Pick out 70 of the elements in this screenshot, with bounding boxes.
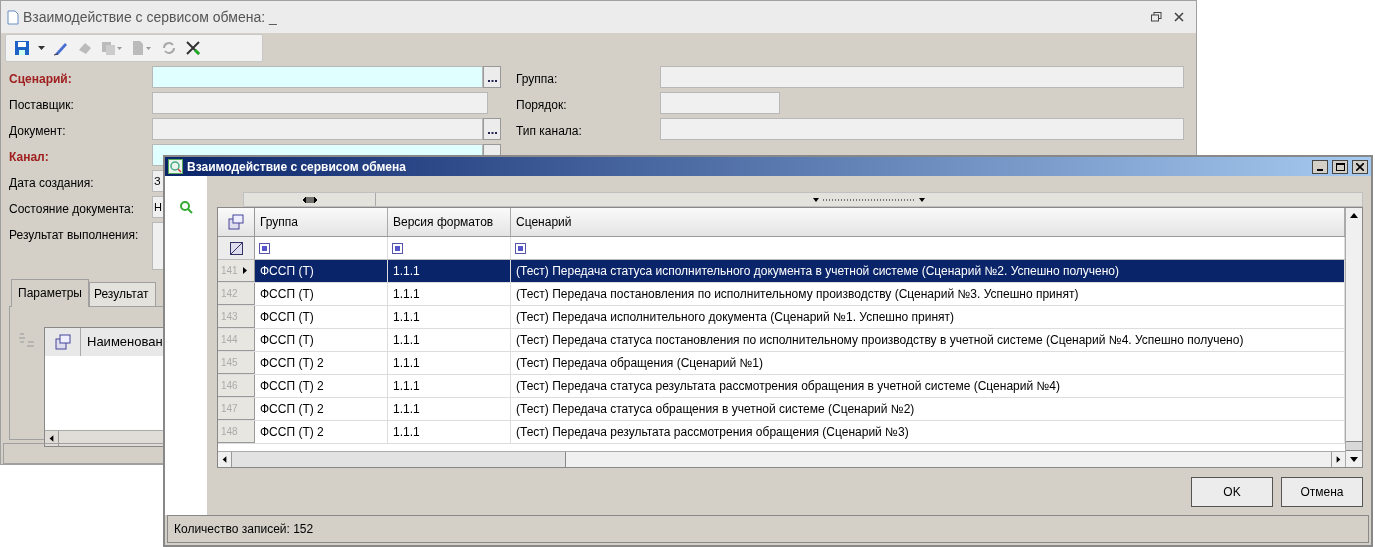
field-label: Дата создания:: [8, 174, 95, 192]
input-field[interactable]: [152, 117, 483, 140]
table-cell[interactable]: 1.1.1: [388, 329, 511, 351]
field-label: Результат выполнения:: [8, 226, 140, 244]
browse-button[interactable]: [483, 117, 501, 140]
document-icon: [7, 9, 19, 25]
dialog-button[interactable]: Отмена: [1281, 477, 1363, 507]
input-field[interactable]: З: [152, 169, 164, 192]
scrollbar-thumb[interactable]: [1346, 441, 1362, 451]
table-cell[interactable]: ФССП (Т): [255, 260, 388, 282]
input-field[interactable]: [660, 65, 1184, 88]
close-icon: [1356, 162, 1364, 171]
resize-icon: [302, 196, 317, 203]
table-cell[interactable]: 1.1.1: [388, 352, 511, 374]
caret-icon[interactable]: [38, 45, 45, 50]
save-icon[interactable]: [14, 39, 30, 56]
field-label: Состояние документа:: [8, 200, 136, 218]
dialog-button[interactable]: OK: [1191, 477, 1273, 507]
field-label: Группа:: [515, 70, 559, 88]
field-label: Сценарий:: [8, 70, 73, 88]
table-cell[interactable]: 1.1.1: [388, 398, 511, 420]
tools-icon[interactable]: [185, 39, 201, 56]
filter-icon[interactable]: [515, 242, 526, 254]
filter-icon[interactable]: [259, 242, 270, 254]
ellipsis-icon: [487, 131, 497, 134]
filter-clear-icon[interactable]: [229, 241, 243, 255]
current-row-icon: [242, 267, 247, 274]
table-cell[interactable]: ФССП (Т): [255, 329, 388, 351]
maximize-button[interactable]: [1332, 159, 1348, 174]
input-field[interactable]: [660, 91, 780, 114]
browse-button[interactable]: [483, 65, 501, 88]
text-area[interactable]: [152, 221, 164, 270]
table-cell[interactable]: 1.1.1: [388, 306, 511, 328]
search-icon[interactable]: [179, 200, 193, 214]
field-label: Канал:: [8, 148, 50, 166]
table-cell[interactable]: ФССП (Т): [255, 283, 388, 305]
status-bar: Количество записей: 152: [167, 515, 1369, 543]
filter-icon[interactable]: [392, 242, 403, 254]
window-title: Взаимодействие с сервисом обмена: _: [23, 7, 277, 27]
table-cell[interactable]: 1.1.1: [388, 260, 511, 282]
field-label: Документ:: [8, 122, 67, 140]
column-chooser-icon[interactable]: [228, 214, 244, 230]
field-label: Порядок:: [515, 96, 568, 114]
table-cell[interactable]: ФССП (Т) 2: [255, 398, 388, 420]
window-title: Взаимодействие с сервисом обмена: [187, 158, 406, 176]
search-icon: [168, 159, 183, 174]
tab[interactable]: Результат: [88, 281, 156, 306]
column-chooser-icon[interactable]: [54, 333, 71, 350]
table-cell[interactable]: ФССП (Т) 2: [255, 352, 388, 374]
close-icon[interactable]: [1174, 12, 1184, 23]
ellipsis-icon: [487, 79, 497, 82]
tab[interactable]: Параметры: [11, 278, 89, 307]
column-header[interactable]: Версия форматов: [388, 208, 511, 236]
input-field[interactable]: [660, 117, 1184, 140]
restore-icon[interactable]: [1151, 12, 1162, 23]
field-label: Тип канала:: [515, 122, 583, 140]
input-field[interactable]: [152, 91, 488, 114]
table-cell[interactable]: ФССП (Т) 2: [255, 375, 388, 397]
table-cell[interactable]: 1.1.1: [388, 375, 511, 397]
table-cell[interactable]: 1.1.1: [388, 421, 511, 443]
table-cell[interactable]: ФССП (Т): [255, 306, 388, 328]
input-field[interactable]: Н: [152, 195, 164, 218]
input-field[interactable]: [152, 65, 483, 88]
close-button[interactable]: [1352, 159, 1368, 174]
scrollbar-thumb[interactable]: [232, 452, 566, 467]
field-label: Поставщик:: [8, 96, 75, 114]
column-header[interactable]: Группа: [255, 208, 388, 236]
table-cell[interactable]: 1.1.1: [388, 283, 511, 305]
table-cell[interactable]: ФССП (Т) 2: [255, 421, 388, 443]
minimize-button[interactable]: [1312, 159, 1328, 174]
